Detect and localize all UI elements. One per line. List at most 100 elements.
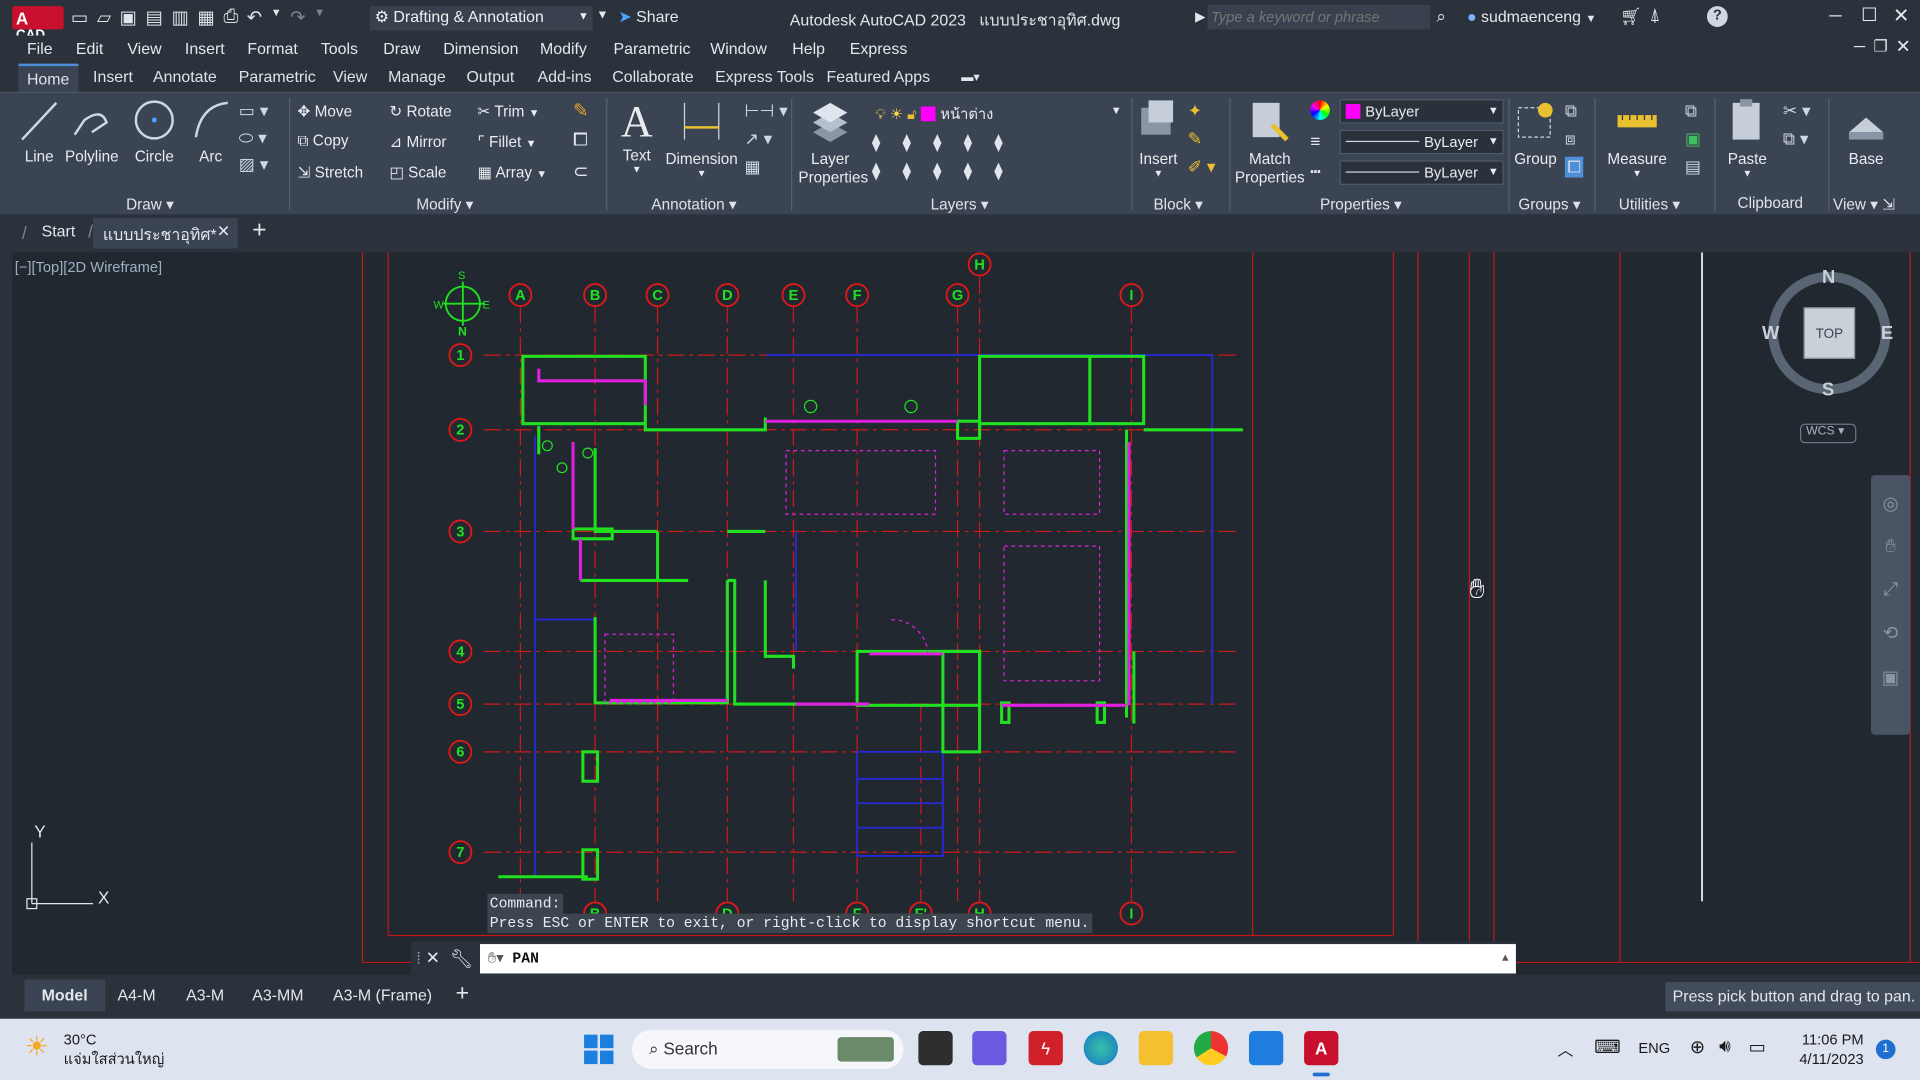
explode-icon[interactable]: ⧠ — [573, 130, 588, 151]
tab-home[interactable]: Home — [18, 63, 78, 94]
copy-clip-icon[interactable]: ⧉ ▾ — [1783, 129, 1811, 150]
tab-a3-m-frame[interactable]: A3-M (Frame) — [333, 986, 432, 1004]
menu-tools[interactable]: Tools — [321, 39, 358, 57]
viewcube-west[interactable]: W — [1762, 323, 1779, 344]
menu-view[interactable]: View — [127, 39, 161, 57]
workspace-selector[interactable]: ⚙ Drafting & Annotation ▼ — [369, 6, 593, 31]
add-layout-icon[interactable]: + — [456, 981, 470, 1008]
clock[interactable]: 11:06 PM 4/11/2023 — [1788, 1030, 1863, 1069]
scale-button[interactable]: ◰ Scale — [389, 163, 446, 181]
create-block-icon[interactable]: ✦ — [1188, 100, 1216, 121]
weather-widget[interactable]: 30°C แจ่มใสส่วนใหญ่ — [64, 1030, 165, 1069]
tab-manage[interactable]: Manage — [388, 67, 446, 85]
tab-output[interactable]: Output — [467, 67, 515, 85]
layer-tool-icon[interactable]: ⧫ — [933, 160, 964, 181]
menu-express[interactable]: Express — [850, 39, 908, 57]
layer-dropdown[interactable]: 💡︎ ☀ 🔓︎ หน้าต่าง ▼ — [869, 99, 1127, 124]
menu-help[interactable]: Help — [792, 39, 825, 57]
mail-icon[interactable] — [1248, 1031, 1284, 1066]
properties-panel-title[interactable]: Properties ▾ — [1320, 195, 1402, 213]
modify-panel-title[interactable]: Modify ▾ — [416, 195, 473, 213]
undo-icon[interactable]: ↶ — [247, 6, 262, 28]
taskbar-search[interactable]: ⌕ Search — [631, 1029, 904, 1069]
viewcube-east[interactable]: E — [1881, 323, 1893, 344]
close-icon[interactable]: ✕ — [426, 948, 440, 969]
dimension-button[interactable]: Dimension ▼ — [664, 96, 740, 179]
open-file-icon[interactable]: ▱ — [97, 6, 111, 28]
undo-dropdown-icon[interactable]: ▼ — [271, 6, 282, 28]
rotate-button[interactable]: ↻ Rotate — [389, 102, 451, 120]
minimize-window-icon[interactable]: ─ — [1829, 5, 1841, 25]
layer-tool-icon[interactable]: ⧫ — [872, 132, 903, 153]
network-icon[interactable]: ⊕ — [1690, 1036, 1705, 1058]
close-window-icon[interactable]: ✕ — [1893, 4, 1909, 28]
viewcube[interactable]: TOP — [1768, 271, 1891, 395]
doc-restore-icon[interactable]: ❐ — [1873, 37, 1887, 57]
plot-icon[interactable]: ⎙ — [223, 6, 238, 28]
layer-tool-icon[interactable]: ⧫ — [964, 160, 995, 181]
volume-icon[interactable]: 🔊︎ — [1719, 1036, 1731, 1057]
tab-annotate[interactable]: Annotate — [153, 67, 217, 85]
save-icon[interactable]: ▣ — [120, 6, 137, 28]
linear-dimension-icon[interactable]: ⊢⊣ ▾ — [744, 100, 787, 121]
menu-edit[interactable]: Edit — [76, 39, 103, 57]
mirror-button[interactable]: ⊿ Mirror — [389, 132, 446, 150]
select-similar-icon[interactable]: ⧉ — [1685, 100, 1701, 121]
notification-badge[interactable]: 1 — [1875, 1039, 1896, 1060]
tab-a3-mm[interactable]: A3-MM — [252, 986, 303, 1004]
rectangle-icon[interactable]: ▭ ▾ — [239, 100, 269, 121]
open-web-icon[interactable]: ▥ — [172, 6, 189, 28]
expand-arrow-icon[interactable]: ▶ — [1195, 9, 1205, 25]
menu-parametric[interactable]: Parametric — [613, 39, 690, 57]
orbit-icon[interactable]: ⟲ — [1883, 622, 1898, 644]
stretch-button[interactable]: ⇲ Stretch — [298, 163, 364, 181]
text-button[interactable]: A Text ▼ — [615, 96, 659, 175]
layer-tool-icon[interactable]: ⧫ — [872, 160, 903, 181]
move-button[interactable]: ✥ Move — [298, 102, 353, 120]
tab-model[interactable]: Model — [24, 979, 105, 1012]
lineweight-icon[interactable]: ≡ — [1310, 131, 1320, 151]
menu-dimension[interactable]: Dimension — [443, 39, 518, 57]
block-attribute-icon[interactable]: ✐ ▾ — [1188, 157, 1216, 178]
menu-format[interactable]: Format — [247, 39, 297, 57]
layer-tool-icon[interactable]: ⧫ — [902, 132, 933, 153]
new-tab-icon[interactable]: + — [252, 217, 266, 245]
cart-icon[interactable]: 🛒︎ — [1620, 6, 1642, 27]
match-properties-button[interactable]: Match Properties — [1234, 96, 1305, 188]
flash-app-icon[interactable]: ϟ — [1028, 1031, 1063, 1066]
language-indicator[interactable]: ENG — [1638, 1040, 1670, 1057]
base-view-button[interactable]: Base — [1837, 96, 1896, 168]
layer-tool-icon[interactable]: ⧫ — [902, 160, 933, 181]
ribbon-toggle-icon[interactable]: ▬▾ — [961, 71, 990, 84]
weather-icon[interactable]: ☀ — [24, 1031, 48, 1063]
ungroup-icon[interactable]: ⧉ — [1565, 100, 1584, 121]
save-web-icon[interactable]: ▦ — [198, 6, 215, 28]
tab-parametric[interactable]: Parametric — [239, 67, 316, 85]
calculator-icon[interactable]: ▤ — [1685, 157, 1701, 178]
customize-icon[interactable]: 🔧︎ — [450, 947, 473, 969]
autocad-logo[interactable]: A CAD — [12, 6, 64, 43]
line-button[interactable]: Line — [15, 96, 64, 165]
tab-start[interactable]: Start — [42, 222, 76, 240]
share-button[interactable]: ➤ Share — [618, 7, 678, 27]
new-file-icon[interactable]: ▭ — [71, 6, 88, 28]
annotation-panel-title[interactable]: Annotation ▾ — [651, 195, 736, 213]
tab-featured-apps[interactable]: Featured Apps — [827, 67, 931, 85]
linetype-dropdown[interactable]: ByLayer ▼ — [1339, 160, 1504, 185]
steering-wheel-icon[interactable]: ◎ — [1883, 492, 1899, 514]
menu-insert[interactable]: Insert — [185, 39, 225, 57]
tab-a4-m[interactable]: A4-M — [118, 986, 156, 1004]
layer-tool-icon[interactable]: ⧫ — [994, 160, 1025, 181]
keyboard-icon[interactable]: ⌨ — [1594, 1036, 1621, 1058]
search-input[interactable] — [1207, 4, 1431, 30]
tab-express-tools[interactable]: Express Tools — [715, 67, 814, 85]
tab-active-drawing[interactable]: แบบประชาอุทิศ* ✕ — [93, 217, 238, 249]
viewcube-top-face[interactable]: TOP — [1803, 307, 1856, 359]
color-wheel-icon[interactable] — [1310, 100, 1330, 121]
tab-view[interactable]: View — [333, 67, 367, 85]
draw-panel-title[interactable]: Draw ▾ — [126, 195, 174, 213]
history-up-icon[interactable]: ▲ — [1502, 952, 1509, 964]
viewcube-north[interactable]: N — [1822, 267, 1835, 288]
task-view-icon[interactable] — [918, 1031, 953, 1066]
search-icon[interactable]: ⌕ — [1436, 6, 1446, 27]
